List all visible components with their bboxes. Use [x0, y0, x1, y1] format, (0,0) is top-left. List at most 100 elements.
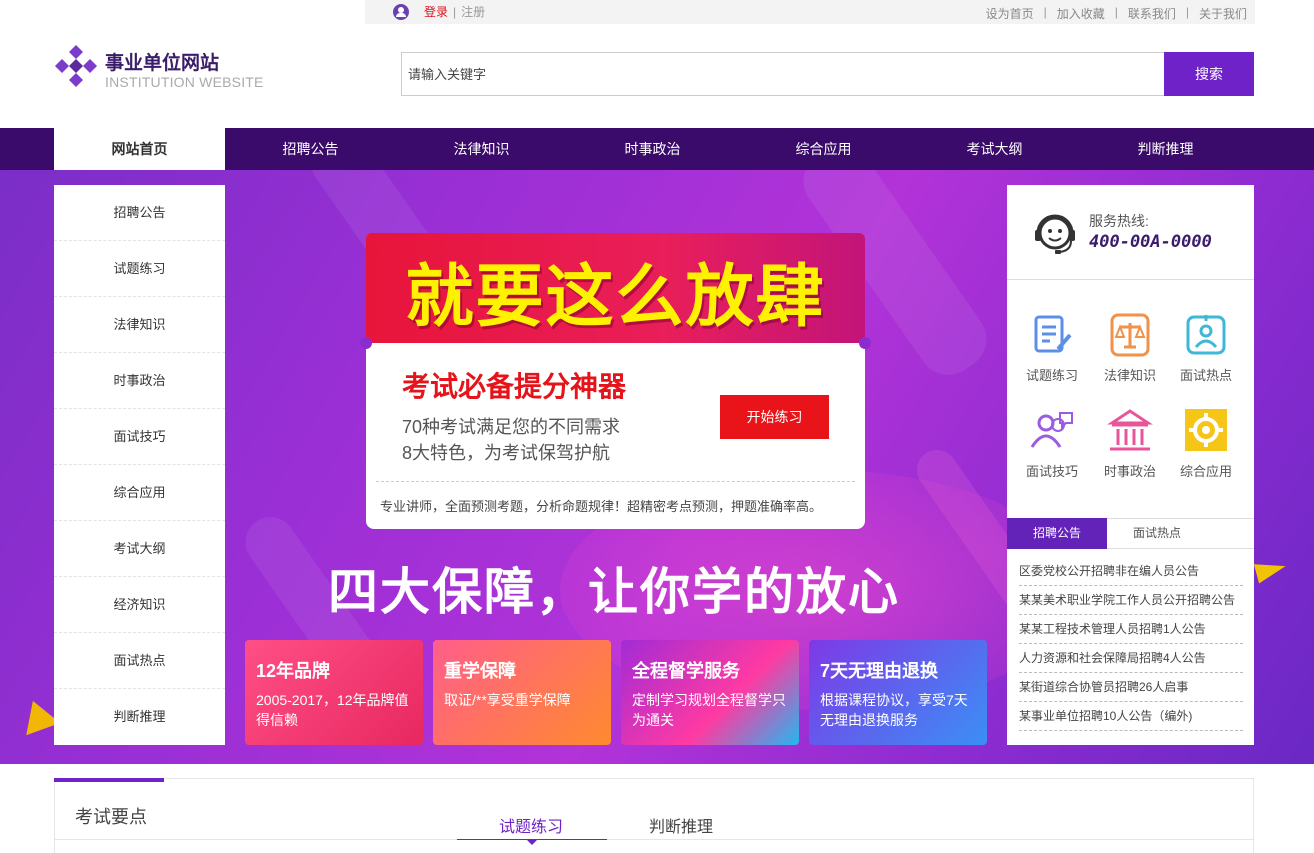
government-building-icon — [1107, 409, 1153, 451]
hero-banner: 招聘公告 试题练习 法律知识 时事政治 面试技巧 综合应用 考试大纲 经济知识 … — [0, 170, 1314, 764]
quick-link-exercises[interactable]: 试题练习 — [1013, 313, 1091, 384]
tab-recruitment[interactable]: 招聘公告 — [1007, 518, 1107, 549]
interview-badge-icon — [1186, 315, 1226, 355]
top-bar: 登录 | 注册 设为首页 | 加入收藏 | 联系我们 | 关于我们 — [365, 0, 1255, 24]
feature-card-refund[interactable]: 7天无理由退换 根据课程协议，享受7天无理由退换服务 — [809, 640, 987, 745]
separator: | — [1185, 5, 1189, 19]
hotline-number: 400-00A-0000 — [1089, 232, 1212, 252]
customer-service-icon — [1035, 214, 1075, 254]
side-item-interview-skills[interactable]: 面试技巧 — [54, 409, 225, 465]
people-chat-icon — [1030, 412, 1073, 448]
side-item-reasoning[interactable]: 判断推理 — [54, 689, 225, 745]
quick-link-law[interactable]: 法律知识 — [1091, 313, 1169, 384]
register-link[interactable]: 注册 — [461, 3, 485, 20]
logo-title: 事业单位网站 — [105, 53, 220, 74]
side-item-law[interactable]: 法律知识 — [54, 297, 225, 353]
side-item-recruitment[interactable]: 招聘公告 — [54, 185, 225, 241]
side-item-interview-hot[interactable]: 面试热点 — [54, 633, 225, 689]
feature-title: 12年品牌 — [256, 661, 331, 681]
gear-icon — [1185, 409, 1227, 451]
promo-card: 考试必备提分神器 70种考试满足您的不同需求 8大特色，为考试保驾护航 开始练习… — [360, 337, 871, 529]
feature-desc: 取证/**享受重学保障 — [444, 692, 571, 708]
user-icon — [393, 3, 409, 20]
nav-item-law[interactable]: 法律知识 — [396, 128, 567, 170]
quick-link-interview-skills[interactable]: 面试技巧 — [1013, 409, 1091, 480]
feature-desc: 定制学习规划全程督学只为通关 — [632, 692, 786, 728]
nav-item-reasoning[interactable]: 判断推理 — [1080, 128, 1251, 170]
site-logo[interactable]: 事业单位网站 INSTITUTION WEBSITE — [54, 44, 264, 92]
add-favorite-link[interactable]: 加入收藏 — [1057, 5, 1105, 22]
quick-link-interview-hot[interactable]: 面试热点 — [1167, 313, 1245, 384]
divider — [55, 839, 1253, 840]
news-item[interactable]: 人力资源和社会保障局招聘4人公告 — [1019, 644, 1243, 673]
nav-item-syllabus[interactable]: 考试大纲 — [909, 128, 1080, 170]
news-item[interactable]: 某街道综合协管员招聘26人启事 — [1019, 673, 1243, 702]
news-item[interactable]: 区委党校公开招聘非在编人员公告 — [1019, 557, 1243, 586]
law-scales-icon — [1110, 313, 1150, 357]
utility-links: 设为首页 | 加入收藏 | 联系我们 | 关于我们 — [986, 5, 1247, 22]
feature-desc: 2005-2017，12年品牌值得信赖 — [256, 692, 409, 728]
quick-link-current-affairs[interactable]: 时事政治 — [1091, 409, 1169, 480]
start-practice-button[interactable]: 开始练习 — [720, 395, 829, 439]
side-menu: 招聘公告 试题练习 法律知识 时事政治 面试技巧 综合应用 考试大纲 经济知识 … — [54, 185, 225, 745]
feature-title: 全程督学服务 — [632, 661, 740, 681]
promo-line-2: 8大特色，为考试保驾护航 — [402, 443, 611, 463]
search-input[interactable] — [401, 52, 1165, 96]
decor-triangle — [1253, 556, 1289, 584]
logo-subtitle: INSTITUTION WEBSITE — [105, 74, 264, 90]
separator: | — [1043, 5, 1047, 19]
quick-link-label: 面试热点 — [1179, 368, 1232, 383]
feature-card-brand[interactable]: 12年品牌 2005-2017，12年品牌值得信赖 — [245, 640, 423, 745]
active-tab-caret — [526, 839, 538, 845]
promo-headline-box: 就要这么放肆 — [366, 233, 865, 343]
promo-footer-text: 专业讲师，全面预测考题，分析命题规律！超精密考点预测，押题准确率高。 — [380, 499, 823, 514]
tab-interview-hot[interactable]: 面试热点 — [1107, 518, 1207, 549]
diamond-logo-icon — [55, 45, 97, 87]
set-homepage-link[interactable]: 设为首页 — [986, 5, 1034, 22]
news-list: 区委党校公开招聘非在编人员公告 某某美术职业学院工作人员公开招聘公告 某某工程技… — [1019, 557, 1243, 731]
exam-points-section: 考试要点 试题练习 判断推理 — [54, 778, 1254, 853]
feature-title: 重学保障 — [444, 661, 516, 681]
nav-item-home[interactable]: 网站首页 — [54, 128, 225, 170]
account-links: 登录 | 注册 — [393, 3, 485, 20]
news-item[interactable]: 某事业单位招聘10人公告（编外) — [1019, 702, 1243, 731]
nav-item-current-affairs[interactable]: 时事政治 — [567, 128, 738, 170]
promo-title: 考试必备提分神器 — [402, 371, 627, 402]
search-button[interactable]: 搜索 — [1164, 52, 1254, 96]
login-link[interactable]: 登录 — [424, 3, 448, 20]
nav-item-recruitment[interactable]: 招聘公告 — [225, 128, 396, 170]
section-accent — [54, 778, 164, 782]
main-nav: 网站首页 招聘公告 法律知识 时事政治 综合应用 考试大纲 判断推理 — [0, 128, 1314, 170]
quick-link-label: 时事政治 — [1103, 464, 1156, 479]
nav-item-comprehensive[interactable]: 综合应用 — [738, 128, 909, 170]
quick-link-comprehensive[interactable]: 综合应用 — [1167, 409, 1245, 480]
news-item[interactable]: 某某美术职业学院工作人员公开招聘公告 — [1019, 586, 1243, 615]
right-panel: 服务热线: 400-00A-0000 试题练习 法律知识 面试热点 面试技巧 时… — [1007, 185, 1254, 745]
about-us-link[interactable]: 关于我们 — [1199, 5, 1247, 22]
quick-link-label: 试题练习 — [1025, 368, 1078, 383]
contact-us-link[interactable]: 联系我们 — [1128, 5, 1176, 22]
news-item[interactable]: 某某工程技术管理人员招聘1人公告 — [1019, 615, 1243, 644]
quick-link-label: 法律知识 — [1103, 368, 1156, 383]
exam-notes-icon — [1034, 315, 1072, 353]
feature-desc: 根据课程协议，享受7天无理由退换服务 — [820, 692, 968, 728]
quick-link-label: 面试技巧 — [1025, 464, 1078, 479]
feature-title: 7天无理由退换 — [820, 661, 939, 681]
quick-link-label: 综合应用 — [1179, 464, 1232, 479]
separator: | — [453, 4, 457, 19]
tab-reasoning[interactable]: 判断推理 — [649, 813, 713, 837]
hotline-label: 服务热线: — [1089, 213, 1149, 229]
section-title: 考试要点 — [75, 807, 147, 827]
feature-card-relearn[interactable]: 重学保障 取证/**享受重学保障 — [433, 640, 611, 745]
feature-card-supervision[interactable]: 全程督学服务 定制学习规划全程督学只为通关 — [621, 640, 799, 745]
separator: | — [1114, 5, 1118, 19]
tab-exercises[interactable]: 试题练习 — [499, 813, 563, 837]
promo-headline: 就要这么放肆 — [405, 258, 826, 337]
promo-line-1: 70种考试满足您的不同需求 — [402, 417, 621, 437]
side-item-comprehensive[interactable]: 综合应用 — [54, 465, 225, 521]
divider — [376, 481, 855, 482]
hotline-box: 服务热线: 400-00A-0000 — [1007, 185, 1254, 280]
side-item-exercises[interactable]: 试题练习 — [54, 241, 225, 297]
news-tabs: 招聘公告 面试热点 — [1007, 518, 1254, 549]
side-item-current-affairs[interactable]: 时事政治 — [54, 353, 225, 409]
